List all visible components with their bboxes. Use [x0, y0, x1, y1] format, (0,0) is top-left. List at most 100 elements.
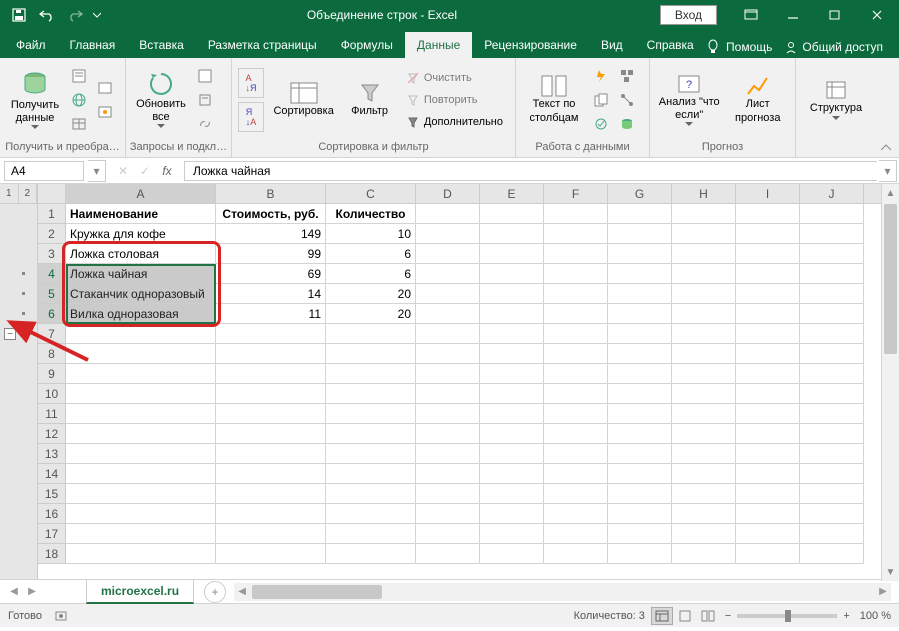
cell[interactable]	[416, 424, 480, 444]
cell[interactable]	[736, 364, 800, 384]
tab-insert[interactable]: Вставка	[127, 32, 196, 58]
cell[interactable]	[608, 544, 672, 564]
cell[interactable]	[544, 424, 608, 444]
cell[interactable]	[800, 324, 864, 344]
cell[interactable]	[800, 244, 864, 264]
cell[interactable]	[416, 384, 480, 404]
cell[interactable]	[480, 504, 544, 524]
cell[interactable]	[672, 304, 736, 324]
cell[interactable]: Стоимость, руб.	[216, 204, 326, 224]
cell[interactable]	[326, 464, 416, 484]
cell[interactable]	[480, 364, 544, 384]
sheet-nav-prev-icon[interactable]: ◀	[6, 583, 22, 601]
col-header-G[interactable]: G	[608, 184, 672, 203]
sort-az-button[interactable]: А↓Я	[238, 68, 264, 98]
row-header[interactable]: 8	[38, 344, 66, 364]
cell[interactable]	[672, 344, 736, 364]
row-header[interactable]: 16	[38, 504, 66, 524]
cell[interactable]	[544, 384, 608, 404]
cell[interactable]	[416, 264, 480, 284]
data-validation-icon[interactable]	[590, 113, 612, 135]
from-web-icon[interactable]	[68, 89, 90, 111]
cell[interactable]	[544, 244, 608, 264]
cell[interactable]	[608, 204, 672, 224]
tab-help[interactable]: Справка	[635, 32, 706, 58]
zoom-slider[interactable]	[737, 614, 837, 618]
refresh-all-button[interactable]: Обновить все	[132, 64, 190, 136]
cell[interactable]	[608, 404, 672, 424]
cell[interactable]	[416, 524, 480, 544]
cell[interactable]	[736, 544, 800, 564]
tab-file[interactable]: Файл	[4, 32, 58, 58]
hscroll-left-icon[interactable]: ◀	[234, 583, 250, 601]
cell[interactable]	[326, 544, 416, 564]
cell[interactable]	[608, 244, 672, 264]
cell[interactable]	[66, 444, 216, 464]
cell[interactable]	[216, 484, 326, 504]
collapse-ribbon-icon[interactable]	[877, 141, 895, 155]
cell[interactable]	[800, 504, 864, 524]
get-data-button[interactable]: Получить данные	[6, 64, 64, 136]
cell[interactable]	[66, 324, 216, 344]
tell-me-label[interactable]: Помощь	[726, 40, 772, 54]
cell[interactable]	[216, 464, 326, 484]
cell[interactable]	[736, 324, 800, 344]
cell[interactable]	[480, 324, 544, 344]
cell[interactable]	[608, 464, 672, 484]
cell[interactable]	[736, 484, 800, 504]
cell[interactable]: Количество	[326, 204, 416, 224]
cell[interactable]: 20	[326, 304, 416, 324]
cell[interactable]: Вилка одноразовая	[66, 304, 216, 324]
cell[interactable]	[800, 284, 864, 304]
cell[interactable]	[480, 424, 544, 444]
consolidate-icon[interactable]	[616, 65, 638, 87]
row-header[interactable]: 13	[38, 444, 66, 464]
select-all-corner[interactable]	[38, 184, 66, 203]
sheet-tab-active[interactable]: microexcel.ru	[86, 580, 194, 604]
cell[interactable]	[544, 344, 608, 364]
cell[interactable]	[544, 524, 608, 544]
cell[interactable]	[800, 264, 864, 284]
data-model-icon[interactable]	[616, 113, 638, 135]
undo-icon[interactable]	[34, 2, 60, 28]
add-sheet-button[interactable]: +	[204, 581, 226, 603]
cell[interactable]	[800, 464, 864, 484]
cell[interactable]	[216, 404, 326, 424]
cell[interactable]	[608, 504, 672, 524]
cell[interactable]: 20	[326, 284, 416, 304]
col-header-J[interactable]: J	[800, 184, 864, 203]
cell[interactable]	[216, 344, 326, 364]
cell[interactable]	[672, 544, 736, 564]
view-page-break-icon[interactable]	[697, 607, 719, 625]
recent-sources-icon[interactable]	[94, 77, 116, 99]
outline-level-2[interactable]: 2	[19, 184, 38, 203]
cell[interactable]	[672, 444, 736, 464]
scroll-up-icon[interactable]: ▲	[882, 184, 899, 202]
cell[interactable]	[416, 464, 480, 484]
cell[interactable]: 99	[216, 244, 326, 264]
outline-button[interactable]: Структура	[802, 64, 870, 136]
hscroll-thumb[interactable]	[252, 585, 382, 599]
cell[interactable]	[480, 544, 544, 564]
cell[interactable]	[672, 284, 736, 304]
ribbon-display-icon[interactable]	[731, 1, 771, 29]
reapply-filter-button[interactable]: Повторить	[400, 89, 509, 111]
cell[interactable]: 149	[216, 224, 326, 244]
cell[interactable]	[216, 544, 326, 564]
cancel-formula-icon[interactable]: ✕	[112, 160, 134, 182]
cell[interactable]	[800, 344, 864, 364]
remove-duplicates-icon[interactable]	[590, 89, 612, 111]
cell[interactable]: 6	[326, 244, 416, 264]
cell[interactable]	[608, 344, 672, 364]
cell[interactable]	[326, 384, 416, 404]
cell[interactable]	[672, 484, 736, 504]
cell[interactable]	[416, 324, 480, 344]
cell[interactable]	[66, 544, 216, 564]
cell[interactable]	[672, 244, 736, 264]
tab-view[interactable]: Вид	[589, 32, 635, 58]
cell[interactable]	[416, 224, 480, 244]
cell[interactable]	[672, 204, 736, 224]
cell[interactable]	[416, 484, 480, 504]
scroll-down-icon[interactable]: ▼	[882, 563, 899, 581]
cell[interactable]	[416, 364, 480, 384]
